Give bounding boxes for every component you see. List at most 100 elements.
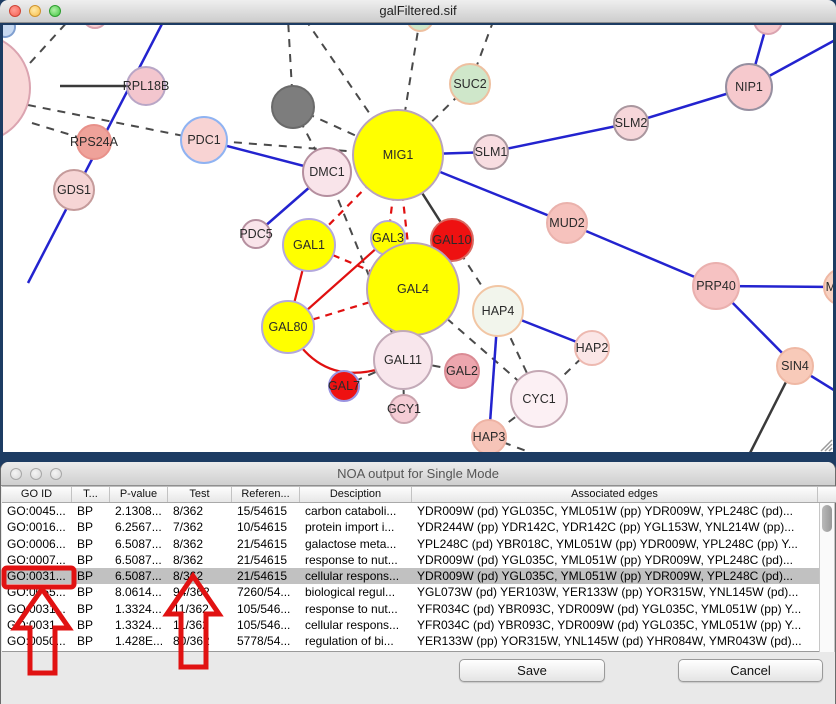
node-label-GAL7: GAL7	[328, 379, 360, 393]
node-label-HAP2: HAP2	[576, 341, 609, 355]
table-header: GO IDT...P-valueTestReferen...Desciption…	[2, 486, 836, 503]
cell-associated-edges: YFR034C (pd) YBR093C, YDR009W (pd) YGL03…	[412, 601, 818, 617]
cell-t: BP	[72, 519, 110, 535]
cell-test: 8/362	[168, 568, 232, 584]
table-row[interactable]: GO:0045...BP2.1308...8/36215/54615carbon…	[2, 503, 819, 519]
table-scrollbar[interactable]	[819, 503, 835, 652]
cell-desciption: cellular respons...	[300, 568, 412, 584]
cell-desciption: response to nut...	[300, 552, 412, 568]
node-label-SIN4: SIN4	[781, 359, 809, 373]
node-label-DMC1: DMC1	[309, 165, 344, 179]
node-label-PDC5: PDC5	[239, 227, 272, 241]
cell-t: BP	[72, 633, 110, 649]
table-row[interactable]: GO:0006...BP6.5087...8/36221/54615galact…	[2, 536, 819, 552]
node-gray-node[interactable]	[272, 86, 314, 128]
column-header-desciption[interactable]: Desciption	[300, 487, 412, 502]
cell-t: BP	[72, 568, 110, 584]
node-label-GAL4: GAL4	[397, 282, 429, 296]
network-window-title: galFiltered.sif	[0, 3, 836, 18]
cell-test: 8/362	[168, 503, 232, 519]
cell-referen: 105/546...	[232, 601, 300, 617]
cell-associated-edges: YGL073W (pd) YER103W, YER133W (pp) YOR31…	[412, 584, 818, 600]
cell-t: BP	[72, 584, 110, 600]
table-row[interactable]: GO:0007...BP6.5087...8/36221/54615respon…	[2, 552, 819, 568]
column-header-referen[interactable]: Referen...	[232, 487, 300, 502]
save-button[interactable]: Save	[459, 659, 605, 682]
column-header-associated-edges[interactable]: Associated edges	[412, 487, 818, 502]
node-label-PDC1: PDC1	[187, 133, 220, 147]
cell-associated-edges: YDR009W (pd) YGL035C, YML051W (pp) YDR00…	[412, 552, 818, 568]
table-row[interactable]: GO:0031...BP1.3324...11/362105/546...res…	[2, 601, 819, 617]
cell-t: BP	[72, 552, 110, 568]
cell-test: 8/362	[168, 552, 232, 568]
cell-referen: 21/54615	[232, 536, 300, 552]
table-row[interactable]: GO:0031...BP1.3324...11/362105/546...cel…	[2, 617, 819, 633]
node-label-GCY1: GCY1	[387, 402, 421, 416]
node-label-SLM2: SLM2	[615, 116, 648, 130]
node-label-HAP3: HAP3	[473, 430, 506, 444]
node-label-MUD2: MUD2	[549, 216, 584, 230]
cell-p-value: 2.1308...	[110, 503, 168, 519]
cell-go-id: GO:0031...	[2, 601, 72, 617]
node-label-HAP4: HAP4	[482, 304, 515, 318]
window-frame	[0, 452, 836, 458]
cell-associated-edges: YDR009W (pd) YGL035C, YML051W (pp) YDR00…	[412, 568, 818, 584]
table-row[interactable]: GO:0050...BP1.428E...80/3625778/54...reg…	[2, 633, 819, 649]
cell-associated-edges: YFR034C (pd) YBR093C, YDR009W (pd) YGL03…	[412, 617, 818, 633]
cell-go-id: GO:0006...	[2, 536, 72, 552]
network-window-titlebar[interactable]: galFiltered.sif	[0, 0, 836, 23]
cell-test: 7/362	[168, 519, 232, 535]
cell-p-value: 1.3324...	[110, 617, 168, 633]
column-header-t[interactable]: T...	[72, 487, 110, 502]
cell-t: BP	[72, 617, 110, 633]
dialog-footer: Save Cancel	[1, 652, 835, 704]
noa-output-window: NOA output for Single Mode GO IDT...P-va…	[0, 462, 836, 704]
cell-referen: 21/54615	[232, 552, 300, 568]
cell-referen: 5778/54...	[232, 633, 300, 649]
noa-window-titlebar[interactable]: NOA output for Single Mode	[1, 462, 835, 486]
table-row-selected[interactable]: GO:0031...BP6.5087...8/36221/54615cellul…	[2, 568, 819, 584]
cell-test: 11/362	[168, 601, 232, 617]
cell-desciption: biological regul...	[300, 584, 412, 600]
node-label-GDS1: GDS1	[57, 183, 91, 197]
node-label-GAL80: GAL80	[269, 320, 308, 334]
cell-p-value: 6.5087...	[110, 552, 168, 568]
node-label-CYC1: CYC1	[522, 392, 555, 406]
cell-t: BP	[72, 601, 110, 617]
cell-referen: 21/54615	[232, 568, 300, 584]
noa-window-title: NOA output for Single Mode	[1, 466, 835, 481]
cell-p-value: 6.5087...	[110, 536, 168, 552]
cell-associated-edges: YDR244W (pp) YDR142C, YDR142C (pp) YGL15…	[412, 519, 818, 535]
cell-associated-edges: YPL248C (pd) YBR018C, YML051W (pp) YDR00…	[412, 536, 818, 552]
cell-go-id: GO:0031...	[2, 568, 72, 584]
cell-associated-edges: YDR009W (pd) YGL035C, YML051W (pp) YDR00…	[412, 503, 818, 519]
cancel-button[interactable]: Cancel	[678, 659, 823, 682]
network-canvas[interactable]: RPL18BRPS24AGDS1PDC1DMC1MIG1SUC2SLM1SLM2…	[0, 25, 836, 458]
scrollbar-thumb[interactable]	[822, 505, 832, 532]
column-header-p-value[interactable]: P-value	[110, 487, 168, 502]
node-label-SLM1: SLM1	[475, 145, 508, 159]
cell-desciption: regulation of bi...	[300, 633, 412, 649]
cell-t: BP	[72, 503, 110, 519]
node-label-RPS24A: RPS24A	[70, 135, 119, 149]
cell-desciption: carbon cataboli...	[300, 503, 412, 519]
cell-t: BP	[72, 536, 110, 552]
cell-p-value: 8.0614...	[110, 584, 168, 600]
table-row[interactable]: GO:0016...BP6.2567...7/36210/54615protei…	[2, 519, 819, 535]
node-label-GAL1: GAL1	[293, 238, 325, 252]
cell-desciption: cellular respons...	[300, 617, 412, 633]
cell-referen: 105/546...	[232, 617, 300, 633]
cell-go-id: GO:0050...	[2, 633, 72, 649]
column-header-test[interactable]: Test	[168, 487, 232, 502]
cell-referen: 10/54615	[232, 519, 300, 535]
screen: galFiltered.sif RPL18BRPS24AGDS1PDC1DMC1…	[0, 0, 836, 704]
table-row[interactable]: GO:0065...BP8.0614...94/3627260/54...bio…	[2, 584, 819, 600]
cell-p-value: 1.3324...	[110, 601, 168, 617]
column-header-go-id[interactable]: GO ID	[2, 487, 72, 502]
table-body: GO:0045...BP2.1308...8/36215/54615carbon…	[2, 503, 819, 652]
window-frame	[0, 25, 3, 458]
cell-desciption: protein import i...	[300, 519, 412, 535]
cell-test: 11/362	[168, 617, 232, 633]
cell-test: 8/362	[168, 536, 232, 552]
node-label-GAL3: GAL3	[372, 231, 404, 245]
